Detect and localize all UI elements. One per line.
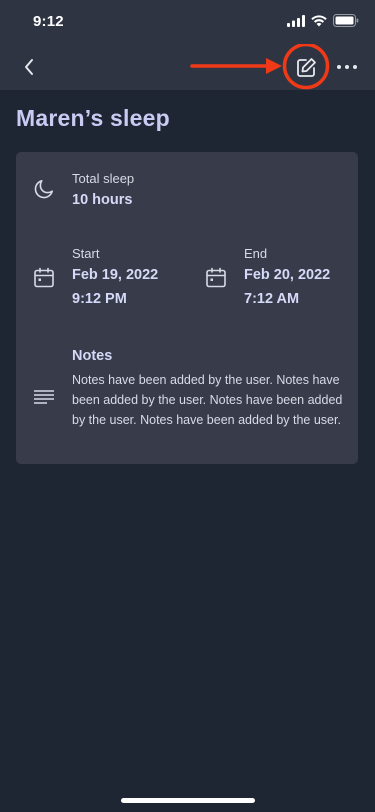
total-sleep-value: 10 hours: [72, 192, 133, 208]
notes-icon: [32, 385, 56, 409]
chevron-left-icon: [25, 59, 33, 75]
calendar-icon: [32, 266, 56, 290]
start-time: 9:12 PM: [72, 291, 127, 307]
edit-icon: [297, 58, 316, 77]
status-time: 9:12: [33, 13, 64, 30]
start-date: Feb 19, 2022: [72, 267, 159, 283]
signal-icon: [287, 14, 305, 32]
end-label: End: [244, 246, 268, 261]
end-date: Feb 20, 2022: [244, 267, 331, 283]
edit-button[interactable]: [290, 53, 322, 83]
nav-bar: [0, 44, 375, 90]
annotation-arrow-icon: [190, 58, 282, 74]
end-time: 7:12 AM: [244, 291, 300, 307]
back-button[interactable]: [16, 54, 42, 80]
more-icon: [337, 65, 357, 69]
calendar-icon: [204, 266, 228, 290]
home-indicator: [121, 798, 255, 803]
battery-icon: [333, 14, 359, 32]
status-bar: 9:12: [0, 0, 375, 44]
status-icons: [287, 14, 359, 32]
wifi-icon: [311, 14, 327, 32]
moon-icon: [32, 177, 56, 201]
sleep-details-card: Total sleep 10 hours Start Feb 19, 2022 …: [16, 152, 358, 464]
notes-label: Notes: [72, 348, 113, 364]
more-button[interactable]: [334, 54, 360, 80]
page-title: Maren’s sleep: [16, 105, 170, 131]
notes-text: Notes have been added by the user. Notes…: [72, 373, 343, 427]
total-sleep-label: Total sleep: [72, 171, 135, 186]
start-label: Start: [72, 246, 100, 261]
